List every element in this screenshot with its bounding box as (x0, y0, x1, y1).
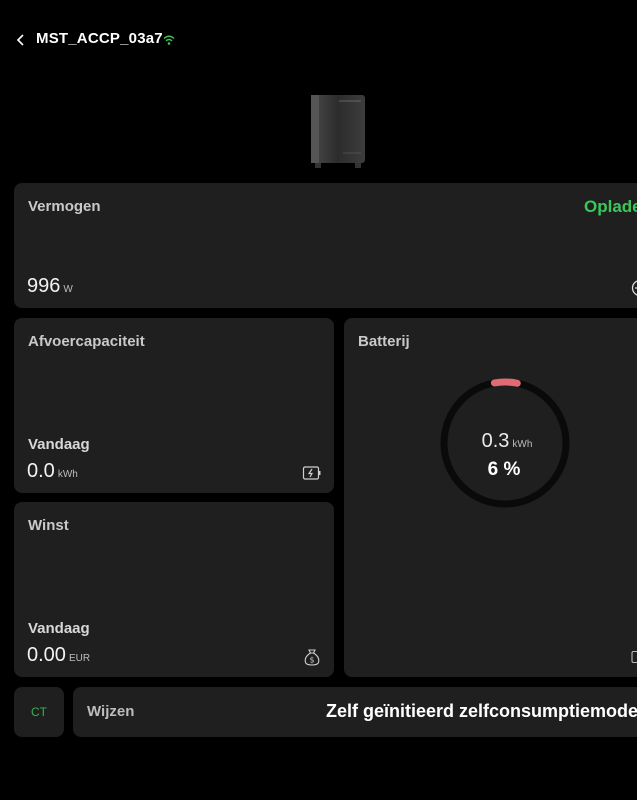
battery-detail-icon (631, 650, 637, 664)
discharge-period-label: Vandaag (28, 436, 90, 453)
svg-text:$: $ (310, 656, 315, 665)
home-battery-unit-image (309, 93, 367, 171)
mode-label: Wijzen (87, 703, 135, 720)
profit-title: Winst (28, 517, 69, 534)
chevron-left-icon[interactable] (14, 33, 28, 47)
power-value: 996 (27, 275, 61, 297)
discharge-capacity-card[interactable]: Afvoercapaciteit Vandaag 0.0 kWh (14, 318, 334, 493)
top-bar: MST_ACCP_03a7 (0, 22, 637, 58)
discharge-unit: kWh (57, 469, 78, 480)
battery-energy-group: 0.3 kWh (344, 430, 637, 453)
battery-energy-unit: kWh (512, 439, 533, 450)
discharge-value-group: 0.0 kWh (27, 460, 78, 483)
battery-percent: 6 % (487, 459, 521, 480)
profit-unit: EUR (68, 653, 91, 664)
charging-status: Opladen (584, 197, 637, 216)
power-unit: W (63, 284, 73, 295)
battery-charge-icon (302, 464, 322, 482)
battery-card[interactable]: Batterij 0.3 kWh 6 % (344, 318, 637, 677)
money-bag-icon: $ (302, 648, 322, 666)
battery-energy-value: 0.3 (481, 430, 510, 452)
discharge-value: 0.0 (27, 460, 55, 482)
profit-value-group: 0.00 EUR (27, 644, 90, 667)
power-title: Vermogen (28, 198, 101, 215)
mode-value: Zelf geïnitieerd zelfconsumptiemodel (326, 701, 637, 721)
battery-title: Batterij (358, 333, 410, 350)
device-name: MST_ACCP_03a7 (36, 30, 163, 47)
mode-selector[interactable]: Wijzen Zelf geïnitieerd zelfconsumptiemo… (73, 687, 637, 737)
profit-period-label: Vandaag (28, 620, 90, 637)
profit-value: 0.00 (27, 644, 66, 666)
profit-card[interactable]: Winst Vandaag 0.00 EUR $ (14, 502, 334, 677)
ct-label: CT (31, 705, 47, 719)
power-flow-icon[interactable] (631, 279, 637, 297)
power-value-group: 996 W (27, 275, 73, 298)
wifi-icon (163, 33, 175, 45)
power-card[interactable]: Vermogen Opladen 996W (14, 183, 637, 308)
ct-button[interactable]: CT (14, 687, 64, 737)
discharge-title: Afvoercapaciteit (28, 333, 145, 350)
